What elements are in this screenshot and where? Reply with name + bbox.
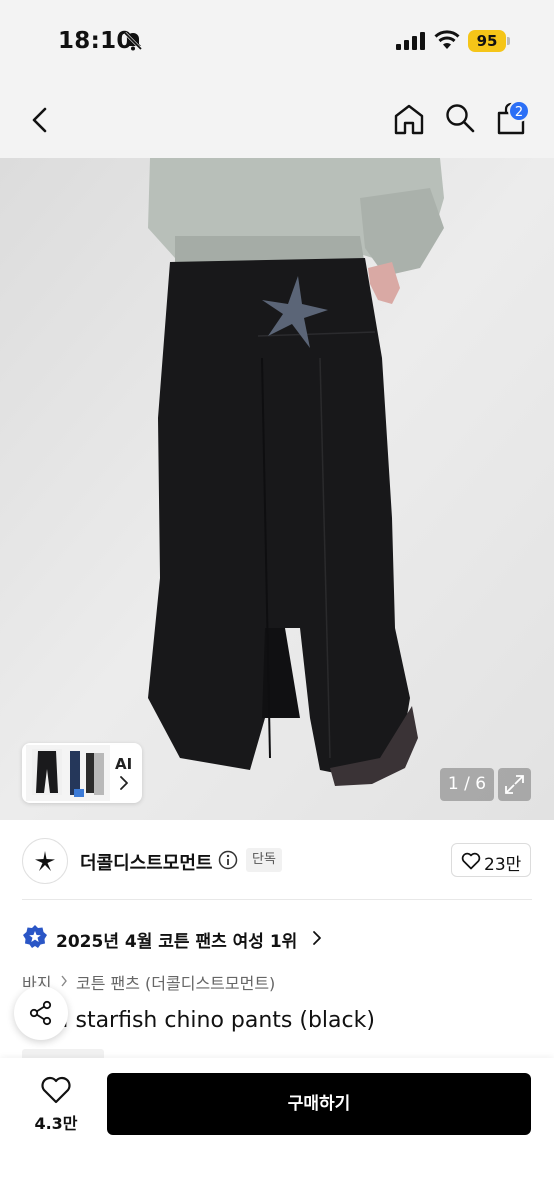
divider [22, 899, 532, 900]
ranking-text: 2025년 4월 코튼 팬츠 여성 1위 [56, 932, 298, 952]
chevron-right-icon [120, 776, 128, 790]
expand-image-button[interactable] [498, 768, 531, 801]
buy-button[interactable]: 구매하기 [107, 1073, 531, 1135]
share-icon [29, 1000, 52, 1026]
heart-icon[interactable] [40, 1076, 72, 1104]
bottom-action-bar: 4.3만 구매하기 [0, 1058, 554, 1200]
brand-logo[interactable] [22, 838, 68, 884]
exclusive-tag: 단독 [246, 848, 282, 872]
share-button[interactable] [14, 986, 68, 1040]
chevron-left-icon[interactable] [26, 104, 54, 136]
chevron-right-icon [61, 975, 67, 987]
heart-icon [461, 852, 481, 870]
battery-indicator: 95 [468, 30, 506, 52]
chevron-right-icon [313, 931, 321, 945]
info-icon[interactable] [218, 850, 238, 870]
breadcrumb-subcategory[interactable]: 코튼 팬츠 (더콜디스트모먼트) [76, 970, 275, 994]
ranking-row[interactable]: 2025년 4월 코튼 팬츠 여성 1위 [22, 920, 532, 954]
expand-arrows-icon [505, 775, 524, 794]
product-title: TCM starfish chino pants (black) [22, 1008, 375, 1033]
ranking-medal-icon [23, 925, 47, 948]
cart-count-badge: 2 [508, 100, 530, 122]
battery-tip [507, 37, 510, 45]
brand-row: 더콜디스트모먼트 단독 23만 [0, 830, 554, 892]
home-icon[interactable] [392, 102, 426, 136]
product-image-gallery[interactable]: AI 1 / 6 [0, 158, 554, 820]
brand-like-count: 23만 [484, 855, 522, 875]
wifi-icon [434, 30, 460, 49]
cellular-signal-icon [396, 32, 425, 50]
image-counter: 1 / 6 [440, 768, 494, 801]
ai-similar-items-card[interactable]: AI [22, 743, 142, 803]
status-bar: 18:10 95 [0, 0, 554, 84]
ai-label: AI [115, 755, 133, 773]
brand-name[interactable]: 더콜디스트모먼트 [80, 849, 212, 875]
brand-like-button[interactable]: 23만 [451, 843, 531, 877]
starfish-logo-icon [35, 851, 55, 871]
search-icon[interactable] [444, 102, 476, 134]
bell-slash-icon [123, 31, 143, 51]
product-photo [0, 158, 554, 820]
wishlist-count: 4.3만 [34, 1114, 78, 1133]
thumbnail-images [26, 745, 110, 801]
top-nav-bar: 2 [0, 84, 554, 158]
